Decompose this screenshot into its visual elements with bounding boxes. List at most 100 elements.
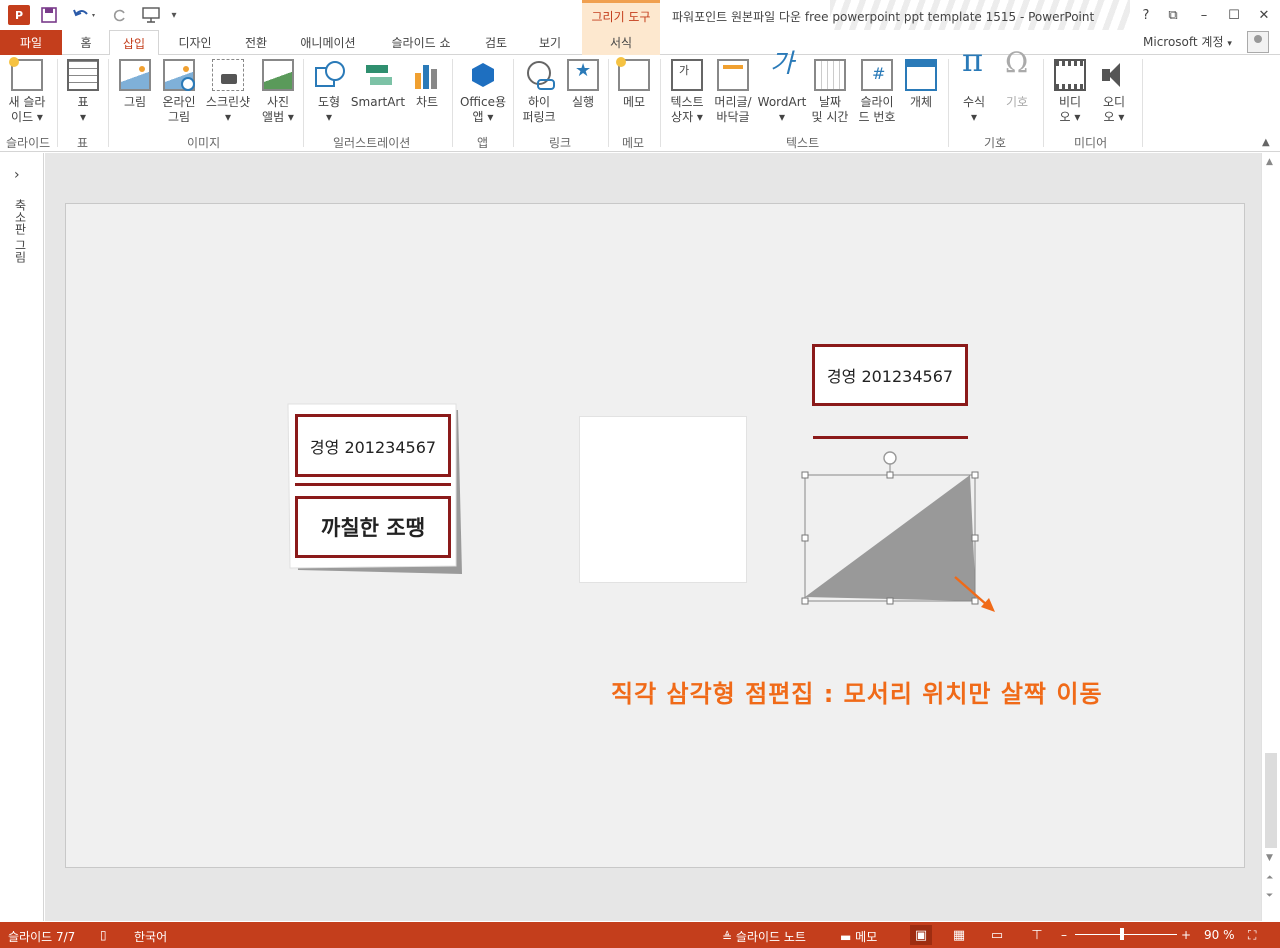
tab-review[interactable]: 검토 bbox=[476, 30, 516, 55]
instruction-caption: 직각 삼각형 점편집 : 모서리 위치만 살짝 이동 bbox=[611, 680, 1103, 708]
qat-customize-icon[interactable]: ▾ bbox=[168, 5, 180, 25]
next-slide-icon[interactable]: ⏷ bbox=[1266, 891, 1273, 901]
header-footer-label: 머리글/ 바닥글 bbox=[714, 95, 752, 124]
avatar[interactable] bbox=[1247, 31, 1269, 53]
shapes-button[interactable]: 도형 ▾ bbox=[311, 59, 347, 125]
zoom-slider-thumb[interactable] bbox=[1120, 928, 1124, 940]
equation-button[interactable]: 수식 ▾ bbox=[956, 53, 992, 125]
action-button[interactable]: 실행 bbox=[566, 59, 600, 110]
group-label-symbols: 기호 bbox=[984, 136, 1007, 150]
redo-icon[interactable] bbox=[110, 5, 130, 25]
account-name[interactable]: Microsoft 계정 ▾ bbox=[1143, 33, 1232, 50]
triangle-shape-selection[interactable] bbox=[799, 449, 1009, 619]
tab-transitions[interactable]: 전환 bbox=[236, 30, 276, 55]
rotate-handle-icon[interactable] bbox=[883, 451, 897, 465]
zoom-out-button[interactable]: – bbox=[1061, 928, 1067, 942]
tab-view[interactable]: 보기 bbox=[530, 30, 570, 55]
tab-file[interactable]: 파일 bbox=[0, 30, 62, 55]
powerpoint-logo-icon[interactable]: P bbox=[8, 5, 30, 25]
wordart-icon bbox=[766, 57, 798, 91]
date-time-button[interactable]: 날짜 및 시간 bbox=[808, 59, 852, 125]
screenshot-camera-icon bbox=[212, 59, 244, 91]
collapse-ribbon-chevron-up-icon[interactable]: ▲ bbox=[1262, 137, 1270, 148]
comments-button[interactable]: ▬ 메모 bbox=[840, 928, 877, 945]
new-slide-label: 새 슬라 이드 ▾ bbox=[8, 95, 46, 124]
chart-button[interactable]: 차트 bbox=[410, 59, 444, 110]
symbol-button[interactable]: 기호 bbox=[1000, 55, 1034, 110]
resize-handle[interactable] bbox=[886, 597, 894, 605]
group-label-illustrations: 일러스트레이션 bbox=[333, 136, 411, 150]
slideshow-start-icon[interactable] bbox=[140, 5, 162, 25]
slide-canvas[interactable]: 경영 201234567 까칠한 조땡 경영 201234567 직각 삼각형 … bbox=[65, 203, 1245, 868]
scroll-down-icon[interactable]: ▼ bbox=[1266, 853, 1273, 863]
resize-handle[interactable] bbox=[971, 534, 979, 542]
minimize-button[interactable]: – bbox=[1193, 6, 1215, 24]
ribbon-display-options-button[interactable]: ⧉ bbox=[1162, 6, 1184, 24]
card-left-title-box[interactable]: 까칠한 조땡 bbox=[295, 496, 451, 558]
group-label-links: 링크 bbox=[549, 136, 572, 150]
tab-home[interactable]: 홈 bbox=[72, 30, 100, 55]
resize-handle[interactable] bbox=[801, 471, 809, 479]
undo-icon[interactable] bbox=[70, 5, 100, 25]
group-separator bbox=[608, 59, 609, 147]
previous-slide-icon[interactable]: ⏶ bbox=[1266, 873, 1273, 883]
close-button[interactable]: ✕ bbox=[1253, 6, 1275, 24]
vertical-scrollbar[interactable]: ▲ ▼ ⏶ ⏷ bbox=[1261, 153, 1280, 921]
textbox-button[interactable]: 텍스트 상자 ▾ bbox=[666, 59, 708, 125]
audio-button[interactable]: 오디 오 ▾ bbox=[1096, 59, 1132, 125]
screenshot-button[interactable]: 스크린샷 ▾ bbox=[202, 59, 254, 125]
scroll-up-icon[interactable]: ▲ bbox=[1266, 157, 1273, 167]
scroll-thumb[interactable] bbox=[1265, 753, 1277, 848]
normal-view-icon[interactable]: ▣ bbox=[910, 925, 932, 945]
thumbnail-pane-label[interactable]: 축소판 그림 bbox=[12, 199, 29, 263]
smartart-button[interactable]: SmartArt bbox=[351, 59, 405, 110]
help-button[interactable]: ? bbox=[1135, 6, 1157, 24]
pictures-button[interactable]: 그림 bbox=[118, 59, 152, 110]
card-right-name-box[interactable]: 경영 201234567 bbox=[812, 344, 968, 406]
office-apps-button[interactable]: Office용 앱 ▾ bbox=[457, 59, 509, 125]
spellcheck-icon[interactable]: ▯ bbox=[100, 928, 107, 942]
slideshow-view-icon[interactable]: ⊤ bbox=[1026, 925, 1048, 945]
action-label: 실행 bbox=[571, 95, 595, 109]
notes-button[interactable]: ≜ 슬라이드 노트 bbox=[722, 928, 806, 945]
symbol-label: 기호 bbox=[1005, 95, 1029, 109]
fit-slide-icon[interactable]: ⛶ bbox=[1248, 928, 1256, 943]
blank-card[interactable] bbox=[579, 416, 747, 583]
zoom-level[interactable]: 90 % bbox=[1204, 928, 1235, 942]
hyperlink-button[interactable]: 하이 퍼링크 bbox=[518, 59, 560, 125]
slide-number-button[interactable]: 슬라이 드 번호 bbox=[856, 59, 898, 125]
tab-insert[interactable]: 삽입 bbox=[109, 30, 159, 56]
slide-counter[interactable]: 슬라이드 7/7 bbox=[8, 928, 75, 945]
new-slide-button[interactable]: 새 슬라 이드 ▾ bbox=[6, 57, 48, 125]
expand-pane-chevron-icon[interactable]: › bbox=[14, 167, 20, 183]
wordart-button[interactable]: WordArt ▾ bbox=[758, 57, 807, 125]
card-left-name-box[interactable]: 경영 201234567 bbox=[295, 414, 451, 477]
tab-design[interactable]: 디자인 bbox=[168, 30, 222, 55]
language-indicator[interactable]: 한국어 bbox=[134, 928, 167, 945]
tab-slideshow[interactable]: 슬라이드 쇼 bbox=[380, 30, 462, 55]
resize-handle[interactable] bbox=[971, 597, 979, 605]
account-chevron-down-icon[interactable]: ▾ bbox=[1227, 39, 1232, 49]
zoom-in-button[interactable]: + bbox=[1181, 928, 1191, 942]
account-label[interactable]: Microsoft 계정 bbox=[1143, 35, 1224, 49]
object-button[interactable]: 개체 bbox=[904, 59, 938, 110]
reading-view-icon[interactable]: ▭ bbox=[986, 925, 1008, 945]
comment-button[interactable]: 메모 bbox=[616, 57, 652, 110]
tab-format[interactable]: 서식 bbox=[582, 30, 660, 55]
video-button[interactable]: 비디 오 ▾ bbox=[1052, 59, 1088, 125]
resize-handle[interactable] bbox=[886, 471, 894, 479]
photo-album-button[interactable]: 사진 앨범 ▾ bbox=[258, 59, 298, 125]
save-icon[interactable] bbox=[40, 5, 58, 25]
right-triangle-shape[interactable] bbox=[805, 475, 976, 601]
table-button[interactable]: 표 ▾ bbox=[66, 59, 100, 125]
resize-handle[interactable] bbox=[801, 597, 809, 605]
resize-handle[interactable] bbox=[971, 471, 979, 479]
header-footer-button[interactable]: 머리글/ 바닥글 bbox=[710, 59, 756, 125]
slide-sorter-view-icon[interactable]: ▦ bbox=[948, 925, 970, 945]
maximize-button[interactable]: ☐ bbox=[1223, 6, 1245, 24]
online-pictures-button[interactable]: 온라인 그림 bbox=[158, 59, 200, 125]
zoom-slider-track[interactable] bbox=[1075, 934, 1177, 935]
tab-animations[interactable]: 애니메이션 bbox=[290, 30, 366, 55]
resize-handle[interactable] bbox=[801, 534, 809, 542]
group-label-tables: 표 bbox=[77, 136, 89, 150]
